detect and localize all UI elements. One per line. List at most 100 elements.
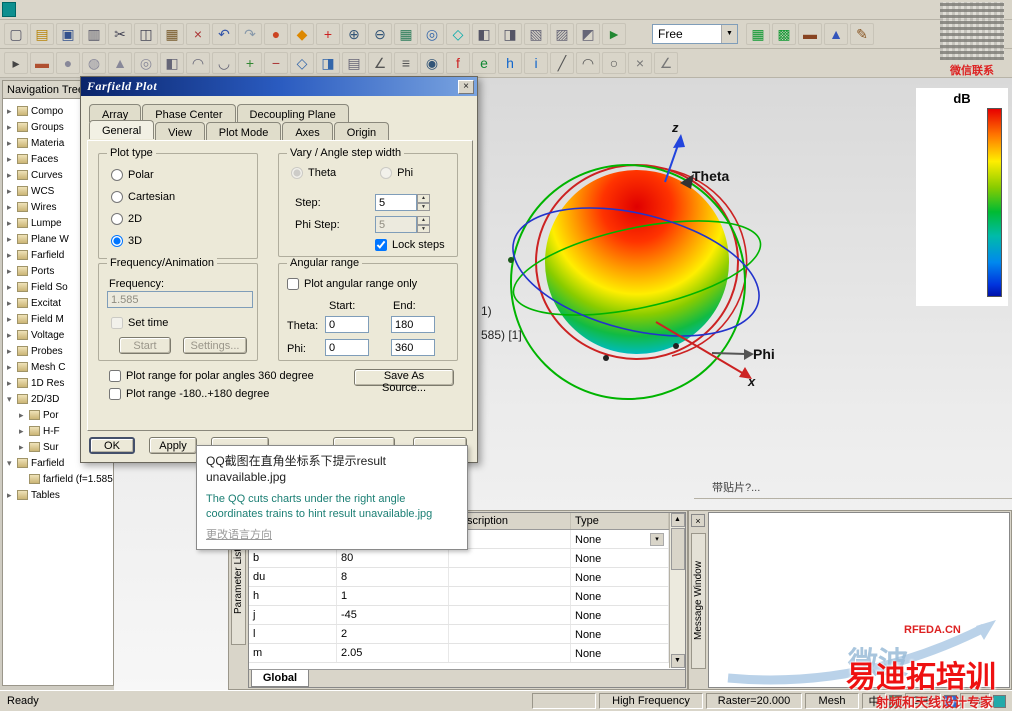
spin-down-icon[interactable]: ▼: [417, 225, 430, 234]
menu-item[interactable]: [119, 8, 133, 12]
spin-up-icon[interactable]: ▲: [417, 216, 430, 225]
torus-icon[interactable]: ◎: [134, 52, 158, 74]
tree-expand-icon[interactable]: ▸: [7, 330, 17, 341]
tree-expand-icon[interactable]: ▸: [7, 250, 17, 261]
param-description-cell[interactable]: [449, 644, 571, 662]
results-chart-icon[interactable]: ▲: [824, 23, 848, 45]
ime-indicator[interactable]: 中: [862, 693, 886, 709]
efield-result-icon[interactable]: e: [472, 52, 496, 74]
global-tab[interactable]: Global: [251, 670, 309, 687]
param-name-cell[interactable]: b: [249, 549, 337, 567]
save-icon[interactable]: ▣: [56, 23, 80, 45]
print-icon[interactable]: ▥: [82, 23, 106, 45]
param-type-cell[interactable]: None: [571, 644, 669, 662]
vary-phi-option[interactable]: Phi: [380, 166, 413, 180]
cut-icon[interactable]: ✂: [108, 23, 132, 45]
tree-expand-icon[interactable]: ▸: [7, 234, 17, 245]
current-result-icon[interactable]: i: [524, 52, 548, 74]
du[interactable]: du 8 None: [249, 568, 669, 587]
plot-angular-range-only-checkbox[interactable]: Plot angular range only: [287, 277, 417, 291]
param-type-cell[interactable]: None: [571, 625, 669, 643]
tree-expand-icon[interactable]: ▾: [7, 394, 17, 405]
align-icon[interactable]: ▤: [342, 52, 366, 74]
working-plane-icon[interactable]: +: [316, 23, 340, 45]
menu-item[interactable]: [91, 8, 105, 12]
step-input[interactable]: [375, 194, 417, 211]
table-scrollbar[interactable]: ▲ ▼: [669, 513, 685, 668]
menu-item[interactable]: [105, 8, 119, 12]
param-name-cell[interactable]: m: [249, 644, 337, 662]
tree-expand-icon[interactable]: ▸: [7, 154, 17, 165]
farfield-3d-plot[interactable]: z Theta Phi x: [460, 110, 820, 420]
tree-expand-icon[interactable]: ▸: [7, 362, 17, 373]
param-value-cell[interactable]: 1: [337, 587, 449, 605]
param-type-cell[interactable]: None: [571, 568, 669, 586]
mesh-view-icon[interactable]: ▦: [746, 23, 770, 45]
ok-button[interactable]: OK: [89, 437, 135, 454]
phi-step-input[interactable]: [375, 216, 417, 233]
mirror-icon[interactable]: ◨: [316, 52, 340, 74]
j[interactable]: j -45 None: [249, 606, 669, 625]
cutplane-icon[interactable]: ◩: [576, 23, 600, 45]
polar-360-checkbox[interactable]: Plot range for polar angles 360 degree: [109, 369, 314, 383]
copy-icon[interactable]: ◫: [134, 23, 158, 45]
tree-expand-icon[interactable]: ▸: [7, 138, 17, 149]
measure-icon[interactable]: ∠: [368, 52, 392, 74]
menu-item[interactable]: [175, 8, 189, 12]
b[interactable]: b 80 None: [249, 549, 669, 568]
tree-item[interactable]: farfield (f=1.585) [1]: [3, 471, 113, 487]
start-button[interactable]: Start: [119, 337, 171, 354]
animate-icon[interactable]: ►: [602, 23, 626, 45]
farfield-result-icon[interactable]: f: [446, 52, 470, 74]
blend-icon[interactable]: ◡: [212, 52, 236, 74]
plot-type-option[interactable]: 2D: [111, 212, 175, 226]
tree-expand-icon[interactable]: ▸: [7, 266, 17, 277]
wireframe-icon[interactable]: ▨: [550, 23, 574, 45]
cascade-window-icon[interactable]: ◨: [498, 23, 522, 45]
delete-curve-icon[interactable]: ×: [628, 52, 652, 74]
cylinder-icon[interactable]: ◍: [82, 52, 106, 74]
tree-item[interactable]: ▸ Tables: [3, 487, 113, 503]
theta-end-input[interactable]: [391, 316, 435, 333]
select-icon[interactable]: ▸: [4, 52, 28, 74]
phi-start-input[interactable]: [325, 339, 369, 356]
tree-expand-icon[interactable]: ▸: [7, 282, 17, 293]
param-description-cell[interactable]: [449, 606, 571, 624]
tree-expand-icon[interactable]: ▾: [7, 458, 17, 469]
scrollbar-thumb[interactable]: [671, 528, 685, 570]
menu-item[interactable]: [77, 8, 91, 12]
menu-item[interactable]: [161, 8, 175, 12]
spin-up-icon[interactable]: ▲: [417, 194, 430, 203]
arc-curve-icon[interactable]: ◠: [576, 52, 600, 74]
wcs-icon[interactable]: ◎: [420, 23, 444, 45]
dialog-title-bar[interactable]: Farfield Plot ×: [81, 77, 477, 96]
spin-down-icon[interactable]: ▼: [417, 203, 430, 212]
param-description-cell[interactable]: [449, 568, 571, 586]
zoom-in-icon[interactable]: ⊕: [342, 23, 366, 45]
macro-edit-icon[interactable]: ✎: [850, 23, 874, 45]
redo-icon[interactable]: ↷: [238, 23, 262, 45]
tree-expand-icon[interactable]: ▸: [7, 378, 17, 389]
tree-expand-icon[interactable]: ▸: [19, 426, 29, 437]
step-spinner[interactable]: ▲ ▼: [417, 194, 430, 211]
param-name-cell[interactable]: du: [249, 568, 337, 586]
l[interactable]: l 2 None: [249, 625, 669, 644]
paste-icon[interactable]: ▦: [160, 23, 184, 45]
circle-curve-icon[interactable]: ○: [602, 52, 626, 74]
tree-expand-icon[interactable]: ▸: [7, 122, 17, 133]
dialog-tab[interactable]: Plot Mode: [206, 122, 282, 141]
param-name-cell[interactable]: j: [249, 606, 337, 624]
param-value-cell[interactable]: 80: [337, 549, 449, 567]
menu-item[interactable]: [35, 8, 49, 12]
message-window-close-button[interactable]: ×: [691, 514, 705, 527]
undo-icon[interactable]: ↶: [212, 23, 236, 45]
dialog-tab[interactable]: View: [155, 122, 205, 141]
camera-icon[interactable]: ◉: [420, 52, 444, 74]
theta-start-input[interactable]: [325, 316, 369, 333]
extrude-icon[interactable]: ◧: [160, 52, 184, 74]
dialog-tab[interactable]: Phase Center: [142, 104, 235, 122]
param-name-cell[interactable]: h: [249, 587, 337, 605]
param-type-cell[interactable]: None▾: [571, 530, 669, 548]
param-type-cell[interactable]: None: [571, 606, 669, 624]
tree-expand-icon[interactable]: ▸: [7, 186, 17, 197]
